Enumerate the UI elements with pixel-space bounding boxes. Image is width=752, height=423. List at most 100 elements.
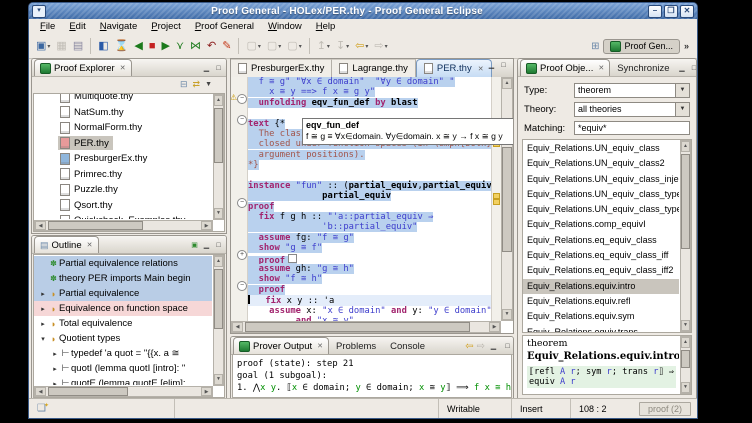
horizontal-scrollbar[interactable]: ◀▶ — [34, 220, 213, 231]
scroll-down-icon[interactable]: ▼ — [214, 208, 223, 219]
outline-tree[interactable]: ✽Partial equivalence relations✽theory PE… — [33, 254, 225, 398]
outline-item-partial-equivalence[interactable]: ▸◗Partial equivalence — [34, 286, 212, 301]
theorem-item-un-equiv-class-type2[interactable]: Equiv_Relations.UN_equiv_class_type2 — [523, 202, 679, 217]
close-view-icon[interactable]: ✕ — [598, 64, 604, 72]
code-editor[interactable]: f ≅ g" "∀x ∈ domain" "∀y ∈ domain" " x ≅… — [248, 77, 492, 321]
outline-item-quotient-types[interactable]: ▾◗Quotient types — [34, 331, 212, 346]
prover-output-text[interactable]: proof (state): step 21goal (1 subgoal):1… — [232, 354, 512, 398]
maximize-view-icon[interactable]: □ — [213, 241, 224, 251]
scroll-up-icon[interactable]: ▲ — [214, 256, 223, 267]
menu-navigate[interactable]: Navigate — [93, 20, 145, 33]
perspective-more-chevron[interactable]: » — [684, 41, 689, 51]
open-perspective-icon[interactable]: ⊞ — [591, 41, 599, 52]
explorer-tree[interactable]: Multiquote.thyNatSum.thyNormalForm.thyPE… — [33, 93, 225, 232]
collapse-all-icon[interactable]: ⊟ — [180, 79, 188, 90]
scrollbar-thumb[interactable] — [681, 154, 690, 249]
maximize-view-icon[interactable]: □ — [213, 64, 224, 74]
minimize-button[interactable]: – — [648, 5, 662, 18]
chevron-down-icon[interactable]: ▼ — [675, 84, 689, 97]
theorem-item-refl[interactable]: Equiv_Relations.equiv.refl — [523, 294, 679, 309]
maximize-view-icon[interactable]: □ — [502, 342, 513, 352]
outline-item-total-equivalence[interactable]: ▸◗Total equivalence — [34, 316, 212, 331]
close-tab-icon[interactable]: ✕ — [317, 342, 323, 350]
annotation-ruler[interactable] — [491, 77, 501, 321]
scroll-left-icon[interactable]: ◀ — [35, 221, 46, 230]
editor-tab-lagrange-thy[interactable]: Lagrange.thy — [332, 59, 415, 77]
close-tab-icon[interactable]: ✕ — [478, 65, 484, 73]
tree-expand-icon[interactable]: ▸ — [50, 365, 60, 373]
theorem-item-eq-equiv-class[interactable]: Equiv_Relations.eq_equiv_class — [523, 233, 679, 248]
minimize-editor-icon[interactable]: ▁ — [486, 61, 497, 71]
perspective-proof-general[interactable]: Proof Gen... — [603, 39, 680, 54]
maximize-view-icon[interactable]: □ — [689, 64, 698, 74]
theorem-item-un-equiv-class[interactable]: Equiv_Relations.UN_equiv_class — [523, 141, 679, 156]
minimize-view-icon[interactable]: ▁ — [201, 241, 212, 251]
fold-plus-icon[interactable]: + — [237, 250, 247, 260]
file-item-normalform-thy[interactable]: NormalForm.thy — [34, 120, 212, 136]
file-item-quickcheck-examples-thy[interactable]: Quickcheck_Examples.thy — [34, 213, 212, 219]
menu-project[interactable]: Project — [144, 20, 188, 33]
minimize-view-icon[interactable]: ▁ — [677, 64, 688, 74]
scrollbar-thumb[interactable] — [48, 387, 128, 396]
scroll-right-icon[interactable]: ▶ — [489, 322, 500, 332]
theorem-item-trans[interactable]: Equiv_Relations.equiv.trans — [523, 325, 679, 332]
scroll-right-icon[interactable]: ▶ — [201, 221, 212, 230]
close-button[interactable]: ✕ — [680, 5, 694, 18]
scroll-left-icon[interactable]: ◀ — [35, 387, 46, 396]
fold-minus-icon[interactable]: − — [237, 198, 247, 208]
link-with-editor-icon[interactable]: ⇄ — [193, 79, 201, 90]
outline-item-quote-lemma-quote[interactable]: ▸⊢quotE (lemma quotE [elim]: — [34, 376, 212, 385]
forward-icon[interactable]: ⇨ — [477, 341, 485, 352]
tab-outline[interactable]: ▤ Outline ✕ — [34, 236, 99, 253]
back-icon[interactable]: ⇦ — [465, 341, 473, 352]
tree-expand-icon[interactable]: ▸ — [50, 380, 60, 386]
file-item-puzzle-thy[interactable]: Puzzle.thy — [34, 182, 212, 198]
minimize-view-icon[interactable]: ▁ — [488, 342, 499, 352]
theorem-item-eq-equiv-class-iff2[interactable]: Equiv_Relations.eq_equiv_class_iff2 — [523, 263, 679, 278]
scroll-up-icon[interactable]: ▲ — [214, 95, 223, 106]
theorem-item-un-equiv-class-inject[interactable]: Equiv_Relations.UN_equiv_class_inject — [523, 172, 679, 187]
menu-file[interactable]: File — [33, 20, 62, 33]
tree-expand-icon[interactable]: ▸ — [38, 320, 48, 328]
title-bar[interactable]: ▾ Proof General - HOLex/PER.thy - Proof … — [29, 3, 697, 19]
scrollbar-thumb[interactable] — [214, 269, 223, 329]
proof-progress-button[interactable]: proof (2) — [639, 402, 691, 416]
scrollbar-thumb[interactable] — [681, 350, 690, 368]
tree-expand-icon[interactable]: ▸ — [38, 290, 48, 298]
scroll-left-icon[interactable]: ◀ — [232, 322, 243, 332]
vertical-scrollbar[interactable]: ▲▼ — [213, 255, 224, 386]
open-goal-viewer-button[interactable]: ◧ — [96, 38, 110, 54]
activate-scripting-button[interactable]: ✎ — [220, 38, 233, 54]
scroll-up-icon[interactable]: ▲ — [502, 78, 512, 89]
menu-help[interactable]: Help — [309, 20, 343, 33]
undo-step-button[interactable]: ◀ — [132, 38, 144, 54]
scroll-up-icon[interactable]: ▲ — [681, 141, 690, 152]
file-item-per-thy[interactable]: PER.thy — [34, 136, 212, 152]
fold-minus-icon[interactable]: − — [237, 94, 247, 104]
file-item-primrec-thy[interactable]: Primrec.thy — [34, 167, 212, 183]
vertical-scrollbar[interactable]: ▲▼ — [213, 94, 224, 220]
back-history-button[interactable]: ⇦▾ — [353, 38, 370, 54]
file-item-natsum-thy[interactable]: NatSum.thy — [34, 105, 212, 121]
type-select[interactable]: theorem ▼ — [574, 83, 690, 98]
menu-proof-general[interactable]: Proof General — [188, 20, 261, 33]
print-button[interactable]: ▤ — [71, 38, 85, 54]
fold-minus-icon[interactable]: − — [237, 281, 247, 291]
editor-tab-presburgerex-thy[interactable]: PresburgerEx.thy — [231, 59, 332, 77]
outline-item-equivalence-on-funct[interactable]: ▸◗Equivalence on function space — [34, 301, 212, 316]
maximize-editor-icon[interactable]: □ — [498, 61, 509, 71]
undo-all-button[interactable]: ↶ — [205, 38, 218, 54]
horizontal-scrollbar[interactable]: ◀▶ — [231, 321, 501, 333]
restore-button[interactable]: ❐ — [664, 5, 678, 18]
outline-item-quoti-lemma-quoti[interactable]: ▸⊢quotI (lemma quotI [intro]: " — [34, 361, 212, 376]
horizontal-scrollbar[interactable]: ◀▶ — [34, 386, 213, 397]
scrollbar-thumb[interactable] — [502, 147, 512, 252]
scroll-up-icon[interactable]: ▲ — [681, 337, 690, 348]
tree-expand-icon[interactable]: ▸ — [38, 305, 48, 313]
link-outline-icon[interactable]: ▣ — [189, 241, 200, 251]
tab-proof-explorer[interactable]: Proof Explorer ✕ — [34, 59, 132, 76]
theorem-item-intro[interactable]: Equiv_Relations.equiv.intro — [523, 279, 679, 294]
outline-item-typedef-a-quot[interactable]: ▸⊢typedef 'a quot = "{{x. a ≅ — [34, 346, 212, 361]
goto-cursor-button[interactable]: ⋈ — [188, 38, 203, 54]
stop-prover-button[interactable]: ■ — [147, 38, 158, 54]
